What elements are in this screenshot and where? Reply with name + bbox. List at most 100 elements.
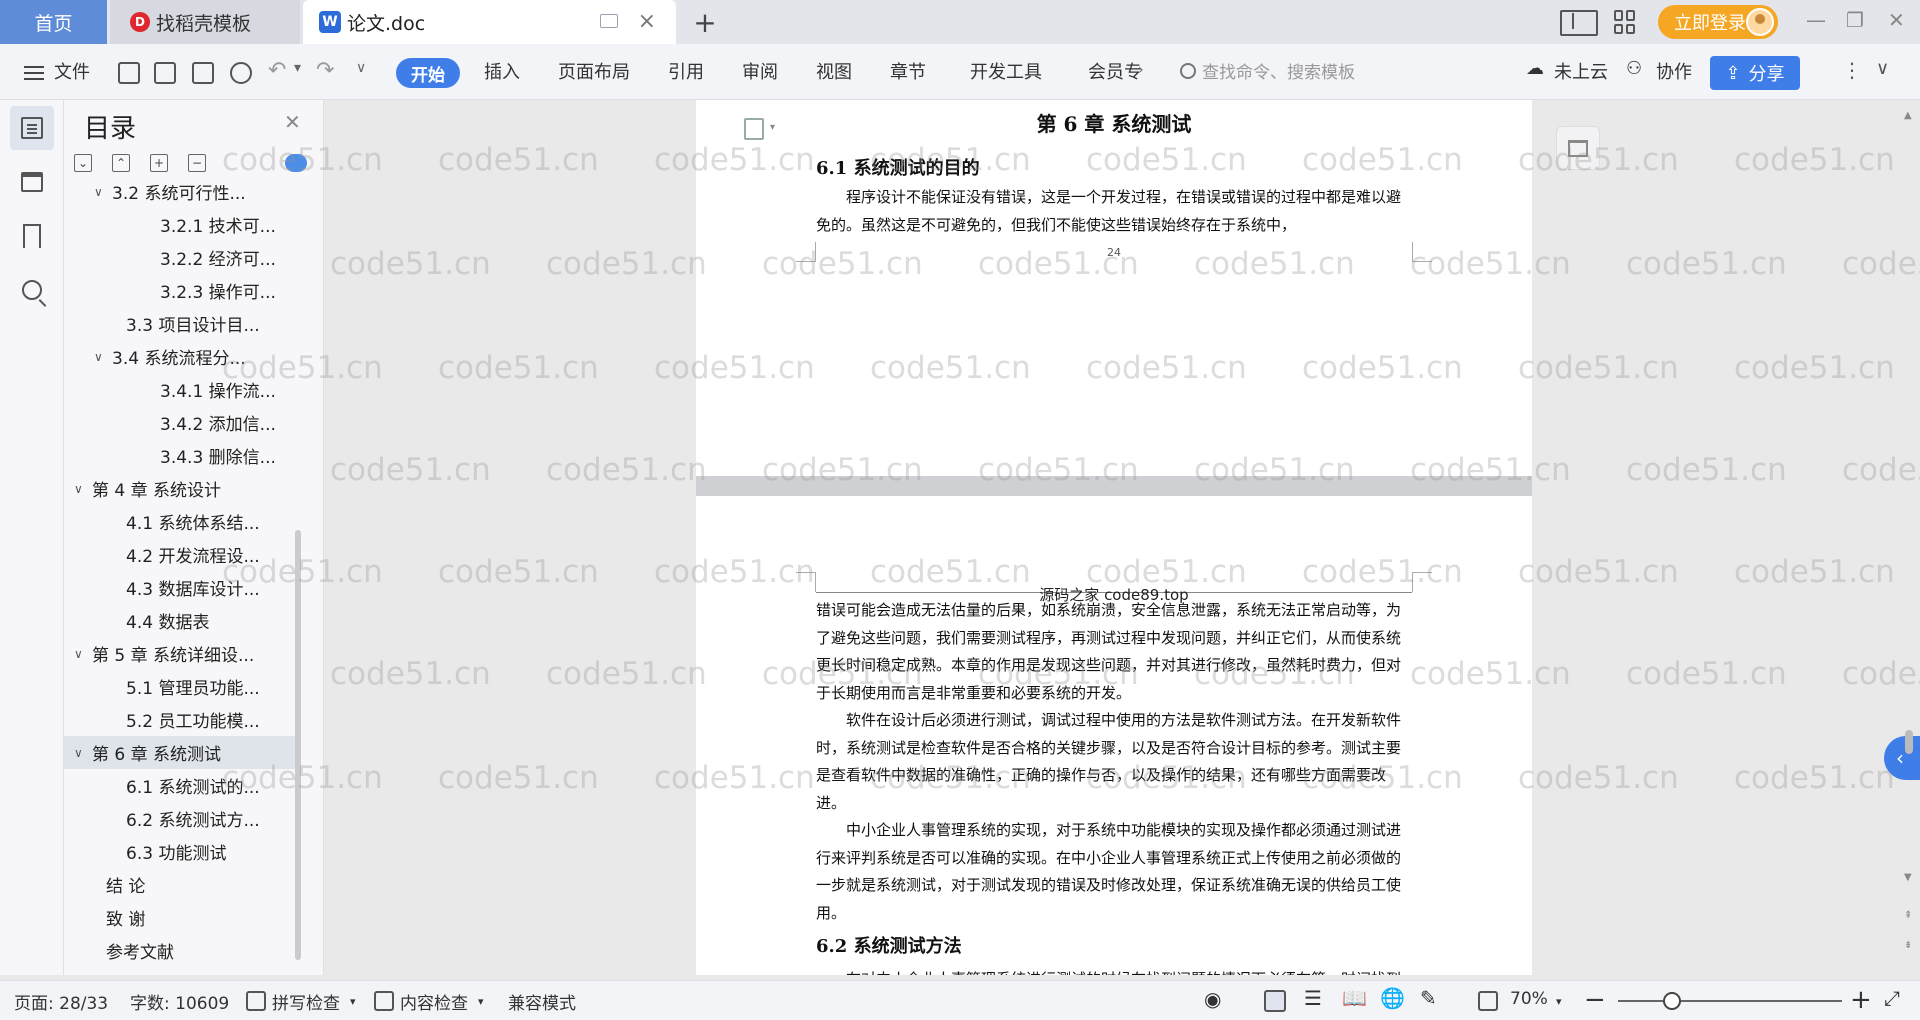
- toc-item[interactable]: 5.1 管理员功能...: [64, 670, 296, 703]
- ribbon-scroll-right-icon[interactable]: ›: [1138, 62, 1144, 78]
- collapse-ribbon-icon[interactable]: ∨: [1876, 58, 1889, 79]
- remove-heading-icon[interactable]: −: [188, 154, 206, 172]
- toc-item[interactable]: 3.2.2 经济可...: [64, 241, 296, 274]
- file-menu[interactable]: 文件: [54, 58, 90, 84]
- cloud-icon[interactable]: ☁: [1526, 58, 1544, 79]
- menu-icon[interactable]: [24, 66, 44, 80]
- tab-member[interactable]: 会员专: [1088, 58, 1142, 84]
- content-check-dropdown-icon[interactable]: ▾: [478, 995, 484, 1008]
- command-search[interactable]: 查找命令、搜索模板: [1180, 58, 1355, 83]
- filter-float-button[interactable]: [1556, 126, 1600, 170]
- chevron-down-icon[interactable]: ∨: [94, 185, 108, 199]
- tab-start[interactable]: 开始: [396, 58, 460, 88]
- tab-section[interactable]: 章节: [890, 58, 926, 84]
- toc-item[interactable]: 结 论: [64, 868, 296, 901]
- prev-page-icon[interactable]: ⇞: [1904, 910, 1912, 921]
- eye-protection-icon[interactable]: ◉: [1204, 987, 1221, 1011]
- toc-item[interactable]: 3.4.1 操作流...: [64, 373, 296, 406]
- chevron-down-icon[interactable]: ∨: [94, 350, 108, 364]
- scroll-up-icon[interactable]: ▲: [1904, 110, 1912, 121]
- zoom-slider-handle[interactable]: [1662, 992, 1681, 1010]
- side-panel-toggle[interactable]: ‹: [1884, 736, 1920, 780]
- tab-home[interactable]: 首页: [0, 0, 107, 44]
- page-view-icon[interactable]: [1264, 990, 1286, 1012]
- undo-dropdown-icon[interactable]: ▾: [294, 60, 301, 76]
- bookmark-panel-button[interactable]: [10, 214, 54, 258]
- app-grid-icon[interactable]: [1614, 10, 1638, 34]
- write-mode-icon[interactable]: ✎: [1420, 986, 1437, 1010]
- minimize-icon[interactable]: —: [1806, 8, 1826, 32]
- outline-view-icon[interactable]: ☰: [1304, 986, 1322, 1010]
- add-heading-icon[interactable]: +: [150, 154, 168, 172]
- scroll-thumb[interactable]: [1905, 730, 1913, 754]
- toc-item[interactable]: 4.4 数据表: [64, 604, 296, 637]
- toc-item[interactable]: 4.2 开发流程设...: [64, 538, 296, 571]
- toc-item[interactable]: 4.3 数据库设计...: [64, 571, 296, 604]
- document-page[interactable]: ▾ 第 6 章 系统测试 6.1 系统测试的目的 程序设计不能保证没有错误，这是…: [696, 100, 1532, 476]
- window-layout-icon[interactable]: [1560, 10, 1598, 36]
- collab-button[interactable]: 协作: [1656, 58, 1692, 84]
- login-button[interactable]: 立即登录: [1658, 5, 1778, 39]
- toc-item[interactable]: 3.4.2 添加信...: [64, 406, 296, 439]
- tab-document[interactable]: W 论文.doc ×: [303, 0, 676, 44]
- undo-icon[interactable]: ↶: [268, 58, 286, 83]
- navigation-panel-button[interactable]: [10, 160, 54, 204]
- window-float-icon[interactable]: [600, 14, 618, 28]
- toc-item[interactable]: 6.3 功能测试: [64, 835, 296, 868]
- collapse-all-icon[interactable]: ⌃: [112, 154, 130, 172]
- toc-scrollbar[interactable]: [295, 530, 301, 960]
- chevron-down-icon[interactable]: ∨: [74, 746, 88, 760]
- print-preview-icon[interactable]: [230, 62, 252, 84]
- zoom-dropdown-icon[interactable]: ▾: [1556, 995, 1562, 1008]
- share-button[interactable]: ⇪ 分享: [1710, 56, 1800, 90]
- tab-insert[interactable]: 插入: [484, 58, 520, 84]
- tab-review[interactable]: 审阅: [742, 58, 778, 84]
- toc-item[interactable]: ∨ 第 6 章 系统测试: [64, 736, 296, 769]
- export-icon[interactable]: [154, 62, 176, 84]
- zoom-out-icon[interactable]: −: [1584, 985, 1606, 1015]
- tab-references[interactable]: 引用: [668, 58, 704, 84]
- reading-view-icon[interactable]: 📖: [1342, 986, 1367, 1010]
- toc-item[interactable]: 致 谢: [64, 901, 296, 934]
- more-options-icon[interactable]: ⋮: [1842, 58, 1862, 82]
- fullscreen-icon[interactable]: ⤢: [1884, 986, 1900, 1010]
- expand-all-icon[interactable]: ⌄: [74, 154, 92, 172]
- spell-check-button[interactable]: 拼写检查: [272, 989, 340, 1014]
- document-area[interactable]: ▾ 第 6 章 系统测试 6.1 系统测试的目的 程序设计不能保证没有错误，这是…: [324, 100, 1920, 975]
- collab-icon[interactable]: ⚇: [1626, 58, 1642, 79]
- find-panel-button[interactable]: [10, 268, 54, 312]
- toc-panel-button[interactable]: [10, 106, 54, 150]
- chevron-down-icon[interactable]: ∨: [74, 647, 88, 661]
- toc-item[interactable]: 3.2.1 技术可...: [64, 208, 296, 241]
- print-icon[interactable]: [192, 62, 214, 84]
- quick-access-dropdown-icon[interactable]: ∨: [356, 60, 366, 76]
- scroll-down-icon[interactable]: ▼: [1904, 872, 1912, 883]
- next-page-icon[interactable]: ⇟: [1904, 940, 1912, 951]
- word-count[interactable]: 字数: 10609: [130, 989, 229, 1014]
- toc-item[interactable]: ∨ 第 5 章 系统详细设...: [64, 637, 296, 670]
- toc-item[interactable]: ∨ 3.4 系统流程分...: [64, 340, 296, 373]
- vertical-scrollbar[interactable]: ▲ ▼ ⇞ ⇟: [1904, 110, 1914, 960]
- toc-item[interactable]: 6.1 系统测试的...: [64, 769, 296, 802]
- spell-check-dropdown-icon[interactable]: ▾: [350, 995, 356, 1008]
- cloud-status[interactable]: 未上云: [1554, 58, 1608, 84]
- fit-page-icon[interactable]: [1478, 991, 1498, 1011]
- toc-item[interactable]: 5.2 员工功能模...: [64, 703, 296, 736]
- zoom-in-icon[interactable]: +: [1850, 985, 1872, 1015]
- toc-sync-icon[interactable]: [285, 154, 307, 172]
- tab-template[interactable]: D 找稻壳模板: [110, 0, 300, 44]
- content-check-button[interactable]: 内容检查: [400, 989, 468, 1014]
- redo-icon[interactable]: ↷: [316, 58, 334, 83]
- toc-item[interactable]: 3.2.3 操作可...: [64, 274, 296, 307]
- toc-item[interactable]: ∨ 3.2 系统可行性...: [64, 185, 296, 208]
- toc-item[interactable]: ∨ 第 4 章 系统设计: [64, 472, 296, 505]
- save-icon[interactable]: [118, 62, 140, 84]
- web-view-icon[interactable]: 🌐: [1380, 986, 1405, 1010]
- new-tab-button[interactable]: +: [690, 0, 720, 44]
- toc-close-icon[interactable]: ✕: [284, 110, 301, 134]
- document-page[interactable]: 源码之家 code89.top 错误可能会造成无法估量的后果，如系统崩溃，安全信…: [696, 496, 1532, 975]
- window-close-icon[interactable]: ✕: [1888, 8, 1905, 32]
- zoom-slider[interactable]: [1618, 1000, 1842, 1002]
- toc-item[interactable]: 6.2 系统测试方...: [64, 802, 296, 835]
- toc-item[interactable]: 3.4.3 删除信...: [64, 439, 296, 472]
